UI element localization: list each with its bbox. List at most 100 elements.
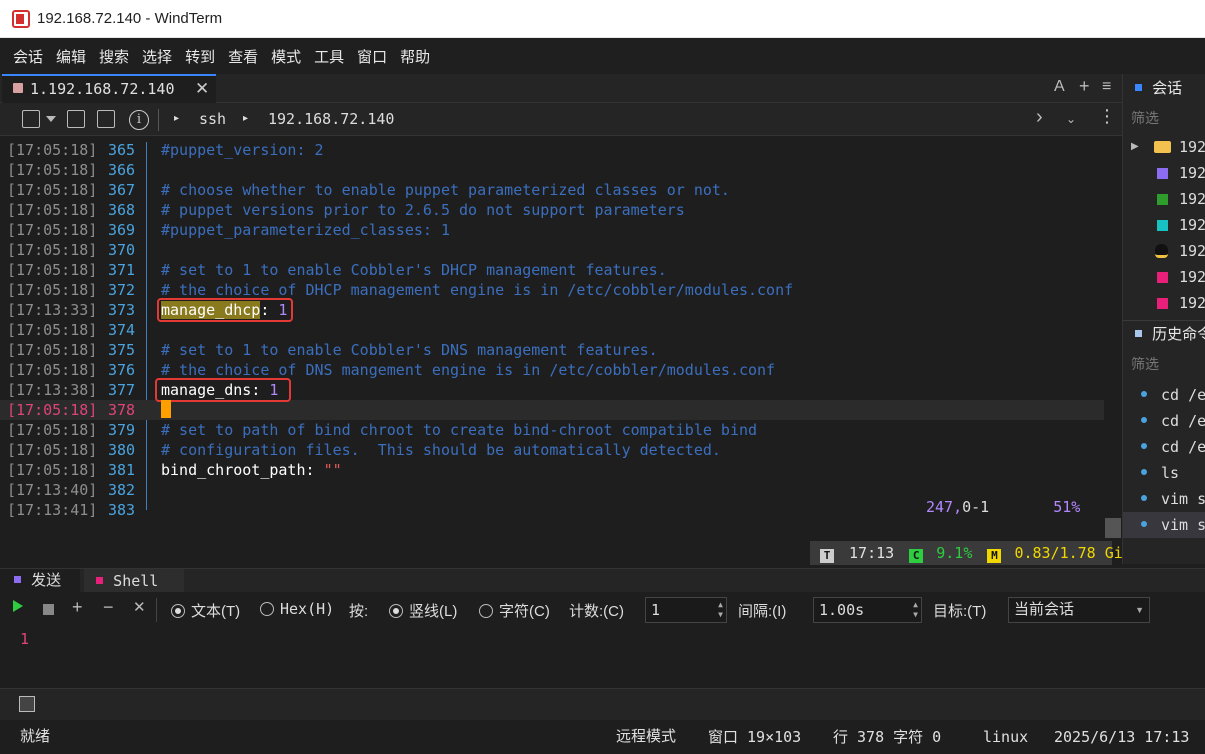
- play-icon[interactable]: [13, 600, 23, 612]
- menu-item[interactable]: 会话: [13, 46, 43, 67]
- menu-item[interactable]: 模式: [271, 46, 301, 67]
- terminal-icon: T: [820, 549, 834, 563]
- line-number: 381: [108, 461, 136, 479]
- history-filter-input[interactable]: 筛选: [1131, 354, 1159, 374]
- send-toolbar: + − ✕ 文本(T) Hex(H) 按: 竖线(L) 字符(C) 计数:(C)…: [0, 592, 1205, 628]
- panel-marker-icon: [1135, 330, 1142, 337]
- breadcrumb-protocol[interactable]: ssh: [199, 110, 226, 128]
- chevron-down-icon[interactable]: [46, 116, 56, 122]
- radio-selected-icon: [389, 604, 403, 618]
- line-code: # the choice of DNS mangement engine is …: [161, 360, 775, 380]
- duplicate-session-icon[interactable]: [67, 110, 85, 128]
- target-select[interactable]: 当前会话 ▼: [1008, 597, 1150, 623]
- status-cursor-position: 行 378 字符 0: [833, 728, 942, 746]
- line-timestamp: [17:13:33]: [7, 301, 98, 319]
- history-item[interactable]: vim s: [1123, 512, 1205, 538]
- session-item[interactable]: 192: [1123, 290, 1205, 316]
- close-tab-icon[interactable]: ✕: [195, 79, 209, 99]
- title-bar: 192.168.72.140 - WindTerm: [0, 0, 1205, 38]
- code-token: # set to path of bind chroot to create b…: [161, 421, 758, 439]
- send-panel-tabs: 发送 Shell: [0, 568, 1205, 593]
- session-item[interactable]: 192: [1123, 238, 1205, 264]
- target-value: 当前会话: [1014, 601, 1075, 618]
- add-icon[interactable]: +: [72, 597, 83, 618]
- session-item[interactable]: 192: [1123, 160, 1205, 186]
- line-code: #puppet_version: 2: [161, 140, 324, 160]
- line-code: # set to path of bind chroot to create b…: [161, 420, 757, 440]
- tab-menu-icon[interactable]: ≡: [1102, 78, 1111, 96]
- text-mode-radio[interactable]: 文本(T): [171, 600, 240, 621]
- menu-item[interactable]: 工具: [314, 46, 344, 67]
- session-item[interactable]: ▶ 192: [1123, 134, 1205, 160]
- history-item[interactable]: vim s: [1123, 486, 1205, 512]
- send-editor[interactable]: 1: [0, 628, 1205, 688]
- stop-icon[interactable]: [43, 604, 54, 615]
- history-item[interactable]: ls: [1123, 460, 1205, 486]
- history-command: cd /e: [1161, 412, 1205, 430]
- stepper-arrows-icon[interactable]: ▲ ▼: [913, 600, 918, 620]
- expand-arrow-icon[interactable]: ▶: [1131, 134, 1139, 160]
- chevron-down-icon[interactable]: ⌄: [1066, 112, 1076, 126]
- history-item[interactable]: cd /e: [1123, 382, 1205, 408]
- menu-item[interactable]: 查看: [228, 46, 258, 67]
- line-timestamp: [17:05:18]: [7, 401, 98, 419]
- menu-item[interactable]: 窗口: [357, 46, 387, 67]
- windterm-app-icon: [12, 10, 30, 28]
- session-tab-bar: 1.192.168.72.140 ✕ A + ≡: [0, 74, 1122, 103]
- code-token: :: [305, 461, 324, 479]
- session-item[interactable]: 192: [1123, 186, 1205, 212]
- interval-stepper[interactable]: 1.00s ▲ ▼: [813, 597, 922, 623]
- tab-send[interactable]: 发送: [0, 569, 80, 593]
- vertical-line-radio[interactable]: 竖线(L): [389, 600, 457, 621]
- chevron-right-icon[interactable]: ›: [1036, 106, 1043, 129]
- menu-item[interactable]: 帮助: [400, 46, 430, 67]
- sessions-panel-header[interactable]: 会话: [1123, 76, 1205, 102]
- menu-item[interactable]: 转到: [185, 46, 215, 67]
- minus-icon[interactable]: −: [103, 597, 114, 618]
- right-side-panel: 会话 筛选 ▶ 192 192 192 192 192 192 192 历史命令 筛选 cd …: [1122, 74, 1205, 564]
- menu-item[interactable]: 选择: [142, 46, 172, 67]
- session-tab[interactable]: 1.192.168.72.140 ✕: [2, 74, 216, 103]
- more-options-icon[interactable]: ⋮: [1098, 106, 1116, 127]
- tab-shell[interactable]: Shell: [84, 569, 184, 593]
- session-item[interactable]: 192: [1123, 212, 1205, 238]
- session-label: 192: [1179, 164, 1205, 182]
- menu-item[interactable]: 编辑: [56, 46, 86, 67]
- line-timestamp: [17:13:40]: [7, 481, 98, 499]
- history-panel-header[interactable]: 历史命令: [1123, 322, 1205, 348]
- session-item[interactable]: 192: [1123, 264, 1205, 290]
- clear-icon[interactable]: ✕: [133, 598, 146, 616]
- status-datetime: 2025/6/13 17:13: [1054, 728, 1190, 746]
- toolbar-divider: [156, 598, 157, 622]
- status-time: 17:13: [849, 544, 895, 562]
- hex-mode-radio[interactable]: Hex(H): [260, 600, 334, 618]
- cpu-usage: 9.1%: [936, 544, 973, 562]
- line-timestamp: [17:13:38]: [7, 381, 98, 399]
- new-session-icon[interactable]: [22, 110, 40, 128]
- font-a-icon[interactable]: A: [1054, 78, 1065, 96]
- line-number: 378: [108, 401, 136, 419]
- stepper-arrows-icon[interactable]: ▲ ▼: [718, 600, 723, 620]
- count-label: 计数:(C): [569, 603, 624, 620]
- line-code: # the choice of DHCP management engine i…: [161, 280, 793, 300]
- terminal-scrollbar[interactable]: [1105, 518, 1121, 538]
- history-item[interactable]: cd /e: [1123, 408, 1205, 434]
- clone-session-icon[interactable]: [97, 110, 115, 128]
- line-number: 372: [108, 281, 136, 299]
- panel-toggle-icon[interactable]: [19, 696, 35, 712]
- code-token: # choose whether to enable puppet parame…: [161, 181, 730, 199]
- add-tab-button[interactable]: +: [1079, 76, 1090, 97]
- status-bar: 就绪 远程模式 窗口 19×103 行 378 字符 0 linux 2025/…: [0, 720, 1205, 754]
- send-content: 1: [20, 630, 30, 648]
- sessions-filter-input[interactable]: 筛选: [1131, 108, 1159, 128]
- char-radio[interactable]: 字符(C): [479, 600, 550, 621]
- vim-cursor-col: 0-1: [962, 498, 990, 516]
- info-icon[interactable]: i: [129, 110, 149, 130]
- code-token: bind_chroot_path: [161, 461, 306, 479]
- count-stepper[interactable]: 1 ▲ ▼: [645, 597, 727, 623]
- breadcrumb-host[interactable]: 192.168.72.140: [268, 110, 394, 128]
- menu-item[interactable]: 搜索: [99, 46, 129, 67]
- terminal-view[interactable]: [17:05:18] 365 #puppet_version: 2 [17:05:18…: [0, 136, 1132, 568]
- history-item[interactable]: cd /e: [1123, 434, 1205, 460]
- status-remote-mode[interactable]: 远程模式: [616, 720, 676, 754]
